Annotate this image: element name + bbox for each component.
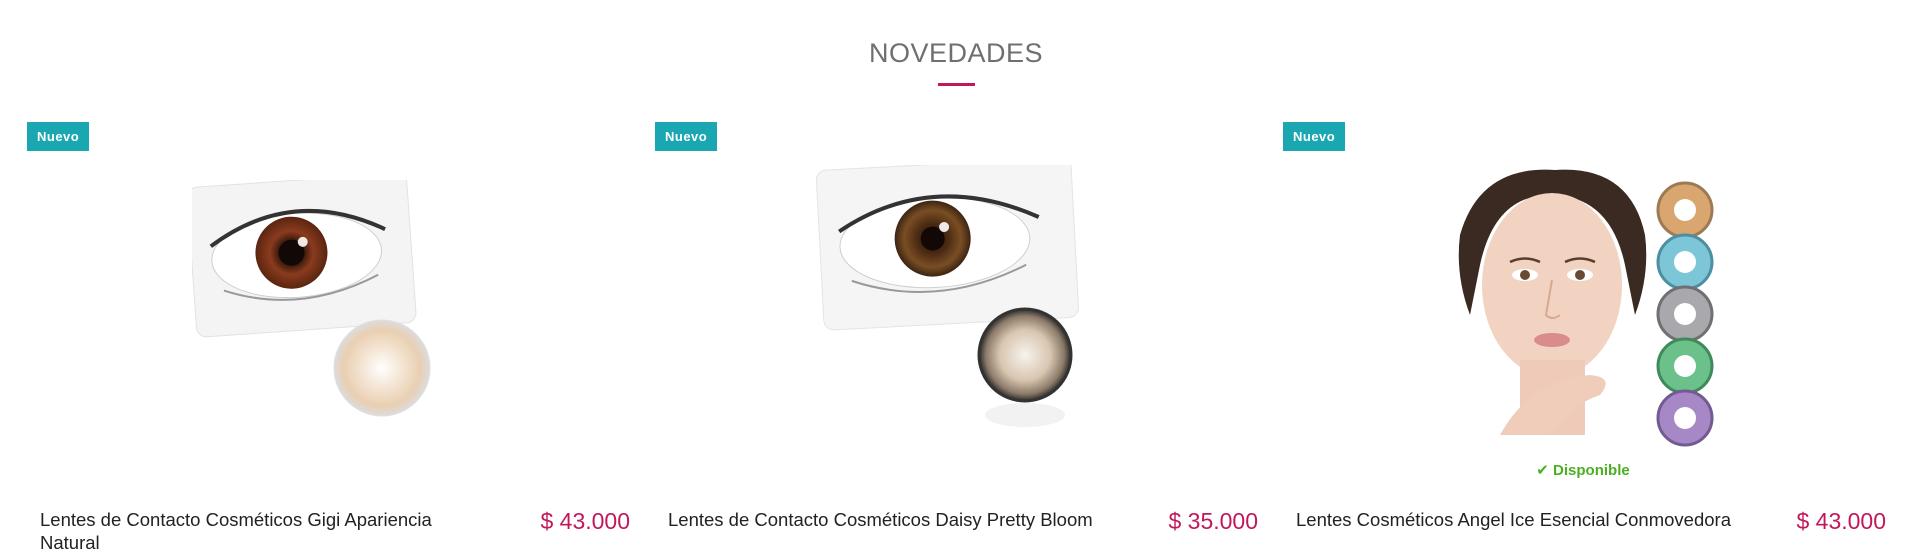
title-underline: [938, 83, 975, 86]
product-image[interactable]: [815, 157, 1135, 505]
product-card[interactable]: Nuevo: [1283, 120, 1886, 560]
new-badge: Nuevo: [1283, 122, 1346, 151]
product-image[interactable]: [186, 172, 512, 520]
stock-status: ✔ Disponible: [1283, 461, 1883, 479]
product-name[interactable]: Lentes de Contacto Cosméticos Daisy Pret…: [668, 508, 1108, 531]
new-badge: Nuevo: [27, 122, 90, 151]
product-name[interactable]: Lentes de Contacto Cosméticos Gigi Apari…: [40, 508, 480, 554]
new-badge: Nuevo: [655, 122, 718, 151]
product-image[interactable]: [1440, 165, 1760, 505]
product-price: $ 43.000: [540, 508, 630, 534]
product-price: $ 35.000: [1168, 508, 1258, 534]
check-icon: ✔: [1536, 462, 1549, 479]
product-card[interactable]: Nuevo: [27, 120, 630, 560]
product-name[interactable]: Lentes Cosméticos Angel Ice Esencial Con…: [1296, 508, 1736, 531]
stock-label: Disponible: [1553, 462, 1630, 479]
product-card[interactable]: Nuevo: [655, 120, 1258, 560]
section-title: NOVEDADES: [868, 38, 1044, 68]
product-price: $ 43.000: [1796, 508, 1886, 534]
